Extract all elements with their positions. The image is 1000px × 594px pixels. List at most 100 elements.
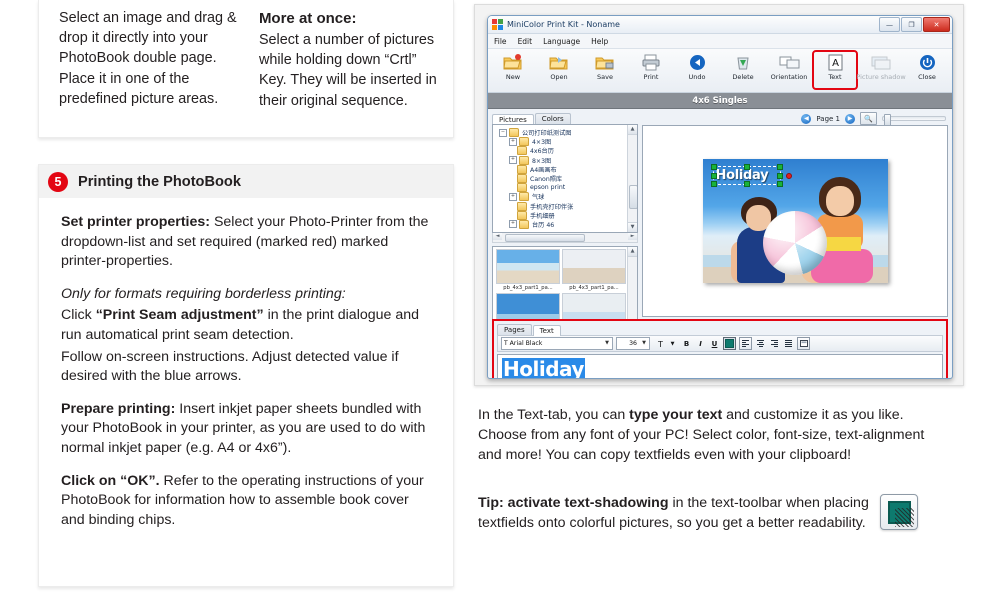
canvas-text-object[interactable]: Holiday	[710, 164, 792, 187]
underline-button[interactable]: U	[709, 338, 720, 349]
zoom-slider[interactable]	[882, 113, 946, 126]
tree-node[interactable]: 手机壳打印伴张	[499, 201, 637, 211]
scroll-thumb[interactable]	[629, 185, 637, 209]
tree-node-label: 气球	[532, 194, 545, 202]
expander-icon[interactable]: +	[509, 156, 517, 165]
scroll-down-icon[interactable]: ▼	[628, 222, 637, 232]
next-page-button[interactable]: ▶	[845, 113, 855, 124]
thumbnail-item[interactable]: pb_4x3_part1_pa...	[562, 249, 626, 291]
menu-item-help[interactable]: Help	[591, 37, 608, 46]
align-center-icon[interactable]	[755, 338, 766, 349]
text-tab-prefix: In the Text-tab, you can	[478, 407, 630, 423]
tree-node[interactable]: +4×3图	[499, 137, 637, 147]
tree-node[interactable]: 4x6台历	[499, 146, 637, 156]
prev-page-button[interactable]: ◀	[801, 113, 812, 124]
tree-node-label: 手机细册	[530, 212, 555, 220]
expander-icon[interactable]: +	[509, 137, 517, 146]
tree-node[interactable]: + 气球	[499, 192, 637, 202]
delete-handle[interactable]	[785, 173, 792, 179]
resize-handle[interactable]	[743, 181, 750, 187]
scroll-left-icon[interactable]: ◄	[493, 233, 502, 240]
resize-handle[interactable]	[710, 181, 717, 187]
tree-node[interactable]: epson print	[499, 183, 637, 193]
tree-node-root[interactable]: − 公司打印纸测试图	[499, 128, 637, 138]
scroll-up-icon[interactable]: ▲	[628, 247, 637, 257]
recycle-bin-icon	[734, 53, 752, 72]
menu-item-file[interactable]: File	[494, 37, 507, 46]
page-orientation-icon	[779, 53, 800, 72]
scroll-right-icon[interactable]: ►	[628, 233, 637, 240]
thumbnail-item[interactable]: pb_4x3_part1_pa...	[496, 249, 560, 291]
toolbar-button-delete[interactable]: Delete	[722, 52, 764, 81]
text-shadow-icon[interactable]	[723, 337, 736, 350]
toolbar-button-text[interactable]: A Text	[812, 50, 858, 90]
text-editor-pane: Pages Text T Arial Black ▼ 36 ▼ T ▼ B I …	[492, 319, 948, 378]
chevron-down-icon[interactable]: ▼	[667, 338, 678, 349]
toolbar-button-print[interactable]: Print	[630, 52, 672, 81]
menu-item-edit[interactable]: Edit	[518, 37, 533, 46]
resize-handle[interactable]	[776, 164, 783, 170]
bold-button[interactable]: B	[681, 338, 692, 349]
minimize-button[interactable]: —	[879, 17, 900, 32]
resize-handle[interactable]	[710, 173, 717, 179]
font-size-select[interactable]: 36 ▼	[616, 337, 650, 350]
photo-layout-area[interactable]: Holiday	[702, 159, 888, 283]
workspace-row: Pictures Colors − 公司打印纸测试图 +4×3图 4x6台历 +…	[488, 109, 952, 333]
thumbnail-caption: pb_4x3_part1_pa...	[569, 285, 619, 291]
printer-icon	[641, 53, 661, 72]
chevron-down-icon[interactable]: ▼	[640, 339, 648, 347]
toolbar-button-open[interactable]: Open	[538, 52, 580, 81]
tree-node[interactable]: +8×3图	[499, 155, 637, 165]
tip-box-top: Select an image and drag & drop it direc…	[38, 0, 454, 138]
text-input-area[interactable]: Holiday	[497, 354, 943, 378]
page-navigation-bar: ◀ Page 1 ▶ 🔍	[642, 112, 948, 126]
scroll-thumb-horizontal[interactable]	[505, 234, 585, 242]
tab-pages[interactable]: Pages	[497, 324, 532, 335]
toolbar-button-save[interactable]: Save	[584, 52, 626, 81]
expander-icon[interactable]: −	[499, 128, 507, 137]
folder-tree-list: − 公司打印纸测试图 +4×3图 4x6台历 +8×3图 A4画画布 Canon…	[493, 125, 637, 229]
tree-vertical-scrollbar[interactable]: ▲ ▼	[627, 125, 637, 232]
resize-handle[interactable]	[710, 164, 717, 170]
toolbar-button-undo[interactable]: Undo	[676, 52, 718, 81]
font-family-select[interactable]: T Arial Black ▼	[501, 337, 613, 350]
print-seam-bold: “Print Seam adjustment”	[95, 307, 264, 324]
resize-handle[interactable]	[743, 164, 750, 170]
folder-tree[interactable]: − 公司打印纸测试图 +4×3图 4x6台历 +8×3图 A4画画布 Canon…	[492, 124, 638, 233]
tree-horizontal-scrollbar[interactable]: ◄ ►	[492, 233, 638, 243]
expander-icon[interactable]: +	[509, 192, 517, 201]
italic-button[interactable]: I	[695, 338, 706, 349]
folder-icon	[517, 146, 527, 156]
zoom-slider-knob[interactable]	[884, 113, 891, 126]
close-button[interactable]: ✕	[923, 17, 950, 32]
thumbnail-image	[496, 249, 560, 284]
expander-icon[interactable]: +	[509, 220, 517, 229]
tab-colors[interactable]: Colors	[534, 113, 571, 124]
app-logo-icon	[492, 19, 503, 30]
tab-text[interactable]: Text	[532, 325, 561, 336]
resize-handle[interactable]	[776, 181, 783, 187]
tree-node-label: 4×3图	[532, 139, 552, 147]
toolbar-button-new[interactable]: New	[492, 52, 534, 81]
scroll-up-icon[interactable]: ▲	[628, 125, 637, 135]
align-left-icon[interactable]	[739, 337, 752, 350]
font-color-icon[interactable]: T	[653, 338, 664, 349]
tree-node-label: 台历 46	[532, 221, 555, 229]
tree-node[interactable]: Canon照库	[499, 174, 637, 184]
page-canvas[interactable]: Holiday	[642, 125, 948, 317]
chevron-down-icon[interactable]: ▼	[603, 339, 611, 347]
align-justify-icon[interactable]	[783, 338, 794, 349]
magnifier-icon[interactable]: 🔍	[860, 112, 877, 125]
tree-node[interactable]: 手机细册	[499, 210, 637, 220]
text-frame-icon[interactable]	[797, 337, 810, 350]
menu-item-language[interactable]: Language	[543, 37, 580, 46]
step-header: 5 Printing the PhotoBook	[39, 165, 453, 199]
tree-node[interactable]: A4画画布	[499, 164, 637, 174]
align-right-icon[interactable]	[769, 338, 780, 349]
toolbar-button-orientation[interactable]: Orientation	[768, 52, 810, 81]
resize-handle[interactable]	[776, 173, 783, 179]
tip-column-b-text: Select a number of pictures while holdin…	[258, 32, 437, 109]
tree-node[interactable]: + 台历 46	[499, 219, 637, 229]
toolbar-button-close[interactable]: Close	[906, 52, 948, 81]
maximize-button[interactable]: ❐	[901, 17, 922, 32]
